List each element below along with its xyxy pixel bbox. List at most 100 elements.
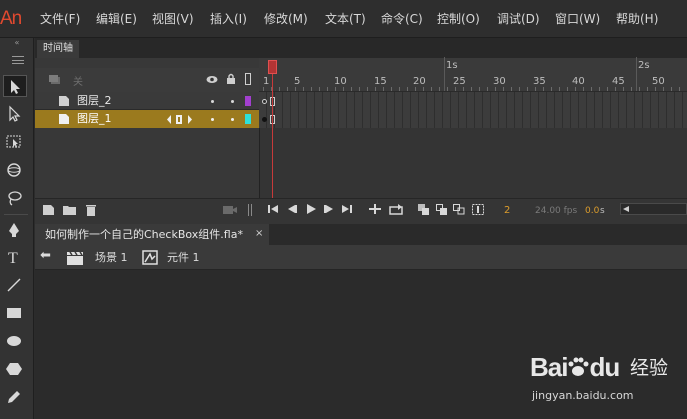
loop-icon[interactable]	[389, 204, 403, 215]
lock-dot[interactable]	[231, 100, 234, 103]
show-all-layers-icon[interactable]	[49, 74, 63, 86]
rectangle-tool[interactable]	[3, 302, 27, 324]
layer-icon	[59, 114, 69, 124]
ruler-second-label: 2s	[638, 60, 650, 71]
timeline-horizontal-scrollbar[interactable]	[620, 203, 687, 215]
outline-icon[interactable]	[245, 73, 251, 85]
back-arrow-icon[interactable]: ⬅	[40, 249, 51, 263]
ruler-tick	[647, 87, 648, 91]
paw-icon	[568, 357, 589, 376]
subselection-tool[interactable]	[3, 103, 27, 125]
toolbar-menu-icon[interactable]	[12, 56, 24, 64]
layer-color-swatch[interactable]	[245, 114, 251, 124]
ruler-tick	[631, 87, 632, 91]
oval-tool[interactable]	[3, 330, 27, 352]
empty-keyframe[interactable]	[262, 99, 267, 104]
timeline-ruler[interactable]: 1 5 10 15 20 25 30 35 40 45 50 1s 2s	[259, 57, 687, 92]
camera-icon[interactable]	[223, 204, 237, 216]
layer-row[interactable]: 图层_2	[35, 92, 259, 110]
ruler-tick	[343, 87, 344, 91]
menu-item[interactable]: 调试(D)	[497, 11, 540, 27]
menu-item[interactable]: 编辑(E)	[96, 11, 137, 27]
ruler-tick	[559, 87, 560, 91]
ruler-tick	[391, 87, 392, 91]
menu-item[interactable]: 插入(I)	[210, 11, 247, 27]
3d-rotation-tool[interactable]	[3, 159, 27, 181]
ruler-tick	[471, 87, 472, 91]
new-layer-icon[interactable]	[43, 204, 55, 216]
elapsed-time-unit: s	[600, 206, 605, 216]
close-document-icon[interactable]: ×	[255, 228, 263, 240]
ruler-tick	[567, 87, 568, 91]
go-last-frame-icon[interactable]	[342, 204, 352, 214]
free-transform-tool[interactable]	[3, 131, 27, 153]
scroll-left-icon[interactable]	[623, 206, 629, 212]
watermark-url: jingyan.baidu.com	[532, 389, 634, 402]
onion-skin-icon[interactable]	[418, 204, 430, 215]
breadcrumb-scene[interactable]: 场景 1	[95, 251, 128, 265]
lock-icon[interactable]	[226, 73, 236, 85]
lock-dot[interactable]	[231, 118, 234, 121]
frame-row[interactable]	[259, 92, 687, 110]
ruler-tick	[543, 87, 544, 91]
pencil-edit-icon	[167, 115, 192, 124]
menu-item[interactable]: 命令(C)	[381, 11, 423, 27]
step-forward-icon[interactable]	[324, 204, 334, 214]
ruler-tick	[287, 87, 288, 91]
current-frame-value[interactable]: 2	[504, 205, 510, 217]
text-tool[interactable]: T	[3, 246, 27, 268]
layer-color-swatch[interactable]	[245, 96, 251, 106]
new-folder-icon[interactable]	[63, 204, 76, 216]
collapse-toolbar-icon[interactable]: «	[0, 38, 34, 48]
onion-outline-icon[interactable]	[436, 204, 448, 215]
menu-item[interactable]: 控制(O)	[437, 11, 480, 27]
visibility-dot[interactable]	[211, 118, 214, 121]
selection-tool[interactable]	[3, 75, 27, 97]
playhead[interactable]	[268, 60, 277, 74]
ruler-tick	[679, 87, 680, 91]
trash-icon[interactable]	[85, 204, 97, 216]
arrow-icon	[11, 80, 20, 94]
eye-icon[interactable]	[206, 75, 218, 84]
watermark-chinese: 经验	[630, 357, 669, 379]
visibility-dot[interactable]	[211, 100, 214, 103]
modify-markers-icon[interactable]	[472, 204, 484, 215]
step-back-icon[interactable]	[287, 204, 297, 214]
play-icon[interactable]	[306, 204, 316, 214]
line-tool[interactable]	[3, 274, 27, 296]
ruler-tick	[319, 87, 320, 91]
tab-timeline[interactable]: 时间轴	[37, 40, 79, 58]
menu-item[interactable]: 文本(T)	[325, 11, 366, 27]
pen-tool[interactable]	[3, 219, 27, 241]
ruler-tick	[607, 87, 608, 91]
breadcrumb-symbol[interactable]: 元件 1	[167, 251, 200, 265]
ruler-second-marker	[636, 57, 637, 91]
document-tab[interactable]: 如何制作一个自己的CheckBox组件.fla*	[35, 224, 269, 245]
menu-item[interactable]: 视图(V)	[152, 11, 194, 27]
polystar-tool[interactable]	[3, 358, 27, 380]
menu-item[interactable]: 修改(M)	[264, 11, 308, 27]
keyframe[interactable]	[262, 117, 267, 122]
playhead-line	[272, 74, 273, 198]
menu-item[interactable]: 窗口(W)	[555, 11, 600, 27]
center-frame-icon[interactable]	[369, 204, 381, 214]
ruler-tick	[527, 87, 528, 91]
ruler-second-marker	[444, 57, 445, 91]
ruler-tick	[511, 87, 512, 91]
ruler-tick	[495, 87, 496, 91]
layer-row-selected[interactable]: 图层_1	[35, 110, 259, 128]
pencil-tool[interactable]	[3, 386, 27, 408]
fps-value[interactable]: 24.00 fps	[535, 205, 577, 217]
pen-icon	[9, 223, 19, 237]
menu-item[interactable]: 文件(F)	[40, 11, 80, 27]
ruler-tick	[423, 87, 424, 91]
subselect-arrow-icon	[9, 105, 21, 122]
transform-icon	[6, 135, 21, 148]
lasso-tool[interactable]	[3, 187, 27, 209]
ruler-tick	[279, 87, 280, 91]
edit-multiple-frames-icon[interactable]	[453, 204, 465, 215]
frame-row[interactable]	[259, 110, 687, 128]
elapsed-time-value[interactable]: 0.0	[585, 205, 599, 217]
go-first-frame-icon[interactable]	[268, 204, 278, 214]
menu-item[interactable]: 帮助(H)	[616, 11, 658, 27]
